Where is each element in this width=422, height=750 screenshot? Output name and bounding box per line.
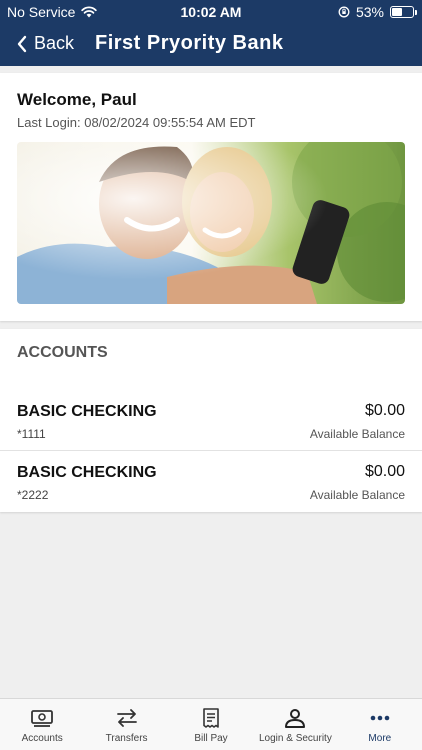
- nav-label: Accounts: [21, 733, 63, 744]
- transfers-icon: [116, 709, 137, 727]
- account-name: BASIC CHECKING: [17, 403, 157, 420]
- hero-image: [17, 142, 405, 304]
- nav-accounts[interactable]: Accounts: [0, 699, 84, 750]
- nav-bill-pay[interactable]: Bill Pay: [169, 699, 253, 750]
- last-login-text: Last Login: 08/02/2024 09:55:54 AM EDT: [17, 115, 256, 130]
- back-button[interactable]: Back: [16, 33, 74, 54]
- nav-label: More: [368, 733, 392, 744]
- account-number: *2222: [17, 488, 49, 502]
- account-number: *1111: [17, 427, 46, 441]
- orientation-lock-icon: [338, 6, 350, 18]
- more-icon: [370, 715, 390, 721]
- accounts-icon: [31, 710, 54, 727]
- person-icon: [285, 709, 306, 728]
- account-balance: $0.00: [364, 463, 405, 480]
- account-row[interactable]: BASIC CHECKING *2222 $0.00 Available Bal…: [0, 452, 422, 512]
- bill-pay-icon: [203, 708, 219, 728]
- nav-label: Transfers: [105, 733, 148, 744]
- battery-icon: [390, 6, 417, 18]
- nav-transfers[interactable]: Transfers: [84, 699, 168, 750]
- app-header: Back First Pryority Bank: [0, 24, 422, 66]
- bottom-nav: Accounts Transfers Bill Pay Login & Secu…: [0, 698, 422, 750]
- accounts-heading: ACCOUNTS: [17, 344, 108, 361]
- welcome-card: Welcome, Paul Last Login: 08/02/2024 09:…: [0, 73, 422, 321]
- balance-label: Available Balance: [309, 488, 405, 502]
- chevron-left-icon: [17, 35, 27, 52]
- account-name: BASIC CHECKING: [17, 464, 157, 481]
- back-label: Back: [34, 33, 75, 53]
- app-title: First Pryority Bank: [95, 32, 284, 54]
- account-row[interactable]: BASIC CHECKING *1111 $0.00 Available Bal…: [0, 391, 422, 451]
- status-bar: No Service 10:02 AM 53%: [0, 0, 422, 24]
- accounts-card: ACCOUNTS BASIC CHECKING *1111 $0.00 Avai…: [0, 329, 422, 512]
- nav-more[interactable]: More: [338, 699, 422, 750]
- nav-label: Bill Pay: [194, 733, 228, 744]
- battery-percent: 53%: [355, 4, 384, 20]
- nav-label: Login & Security: [259, 733, 332, 744]
- account-balance: $0.00: [364, 402, 405, 419]
- nav-login-security[interactable]: Login & Security: [253, 699, 337, 750]
- welcome-title: Welcome, Paul: [17, 90, 137, 109]
- balance-label: Available Balance: [309, 427, 405, 441]
- top-bar: No Service 10:02 AM 53% Back First Pryor…: [0, 0, 422, 66]
